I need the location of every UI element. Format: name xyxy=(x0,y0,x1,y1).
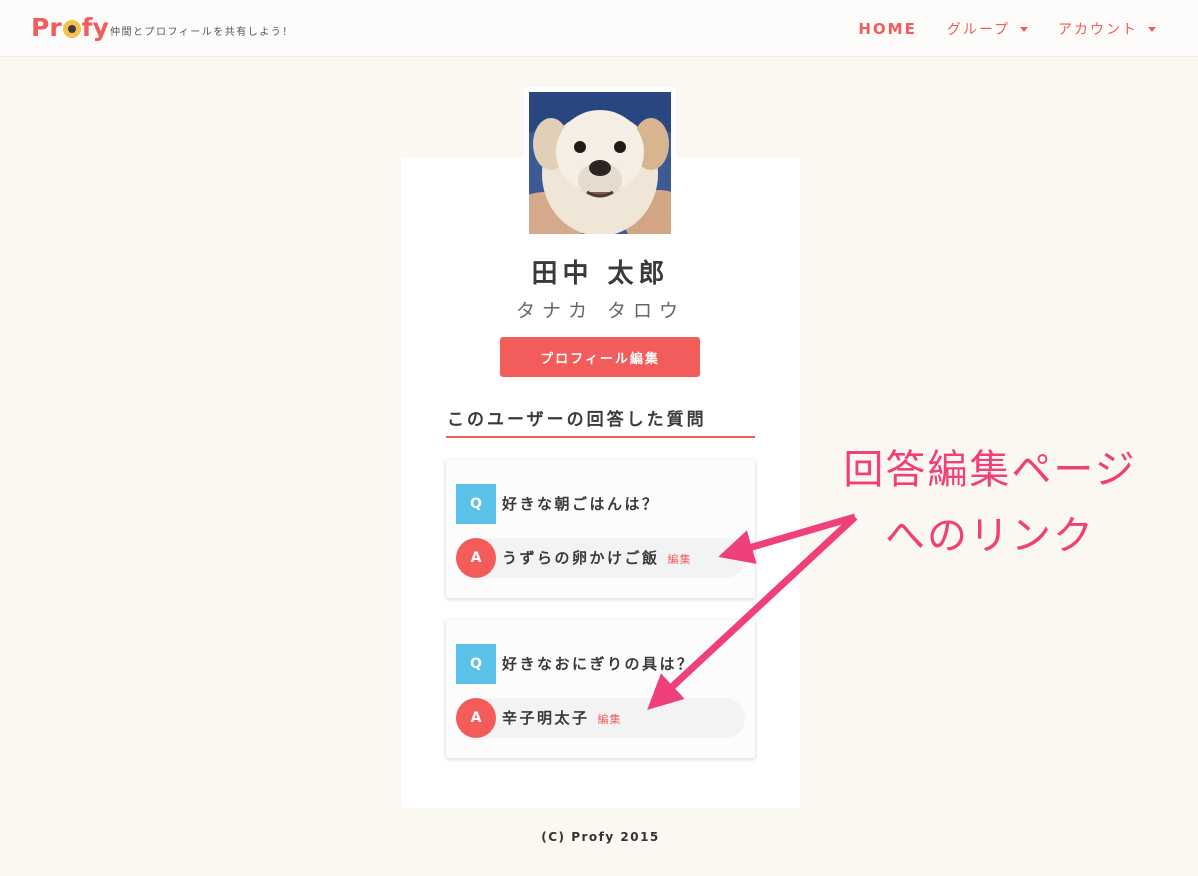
qa-item: Q 好きな朝ごはんは？ A うずらの卵かけご飯 編集 xyxy=(446,460,755,598)
answer-row: A うずらの卵かけご飯 編集 xyxy=(456,538,745,578)
qa-item: Q 好きなおにぎりの具は？ A 辛子明太子 編集 xyxy=(446,620,755,758)
edit-answer-link[interactable]: 編集 xyxy=(668,551,692,567)
avatar xyxy=(524,87,676,239)
answer-badge: A xyxy=(456,698,496,738)
answer-text: 辛子明太子 xyxy=(502,709,590,727)
answer-row: A 辛子明太子 編集 xyxy=(456,698,745,738)
logo-eye-icon xyxy=(62,20,81,38)
question-badge: Q xyxy=(456,644,496,684)
nav-home-label: HOME xyxy=(858,20,917,38)
edit-answer-link[interactable]: 編集 xyxy=(598,711,622,727)
answer-container: 辛子明太子 編集 xyxy=(502,707,622,728)
chevron-down-icon xyxy=(1148,26,1156,32)
question-text: 好きなおにぎりの具は？ xyxy=(502,655,695,673)
answer-container: うずらの卵かけご飯 編集 xyxy=(502,547,692,568)
edit-profile-button[interactable]: プロフィール編集 xyxy=(500,337,700,377)
answered-questions-heading: このユーザーの回答した質問 xyxy=(446,405,755,438)
question-text: 好きな朝ごはんは？ xyxy=(502,495,660,513)
user-name-kana: タナカ タロウ xyxy=(515,300,686,322)
chevron-down-icon xyxy=(1020,26,1028,32)
puppy-illustration xyxy=(529,92,671,234)
nav-account-dropdown[interactable]: アカウント xyxy=(1058,19,1156,39)
tagline: 仲間とプロフィールを共有しよう！ xyxy=(110,27,294,38)
logo-text-suffix: fy xyxy=(81,12,109,42)
nav-account-label: アカウント xyxy=(1058,22,1138,38)
annotation-line-1: 回答編集ページ xyxy=(843,447,1137,493)
puppy-photo xyxy=(529,92,671,234)
answer-text: うずらの卵かけご飯 xyxy=(502,549,660,567)
answer-badge: A xyxy=(456,538,496,578)
nav-group-dropdown[interactable]: グループ xyxy=(947,19,1028,39)
top-header: Pr fy 仲間とプロフィールを共有しよう！ HOME グループ アカウント xyxy=(0,0,1198,57)
nav-home-link[interactable]: HOME xyxy=(858,20,916,38)
footer-copyright: (C) Profy 2015 xyxy=(541,830,660,844)
profy-logo[interactable]: Pr fy xyxy=(31,10,109,44)
question-badge: Q xyxy=(456,484,496,524)
main-nav: HOME グループ アカウント xyxy=(858,19,1156,39)
user-name: 田中 太郎 xyxy=(531,259,670,289)
logo-text-prefix: Pr xyxy=(31,12,62,42)
annotation-line-2: へのリンク xyxy=(885,513,1095,559)
annotation-callout: 回答編集ページ へのリンク xyxy=(830,440,1150,566)
nav-group-label: グループ xyxy=(946,22,1010,38)
